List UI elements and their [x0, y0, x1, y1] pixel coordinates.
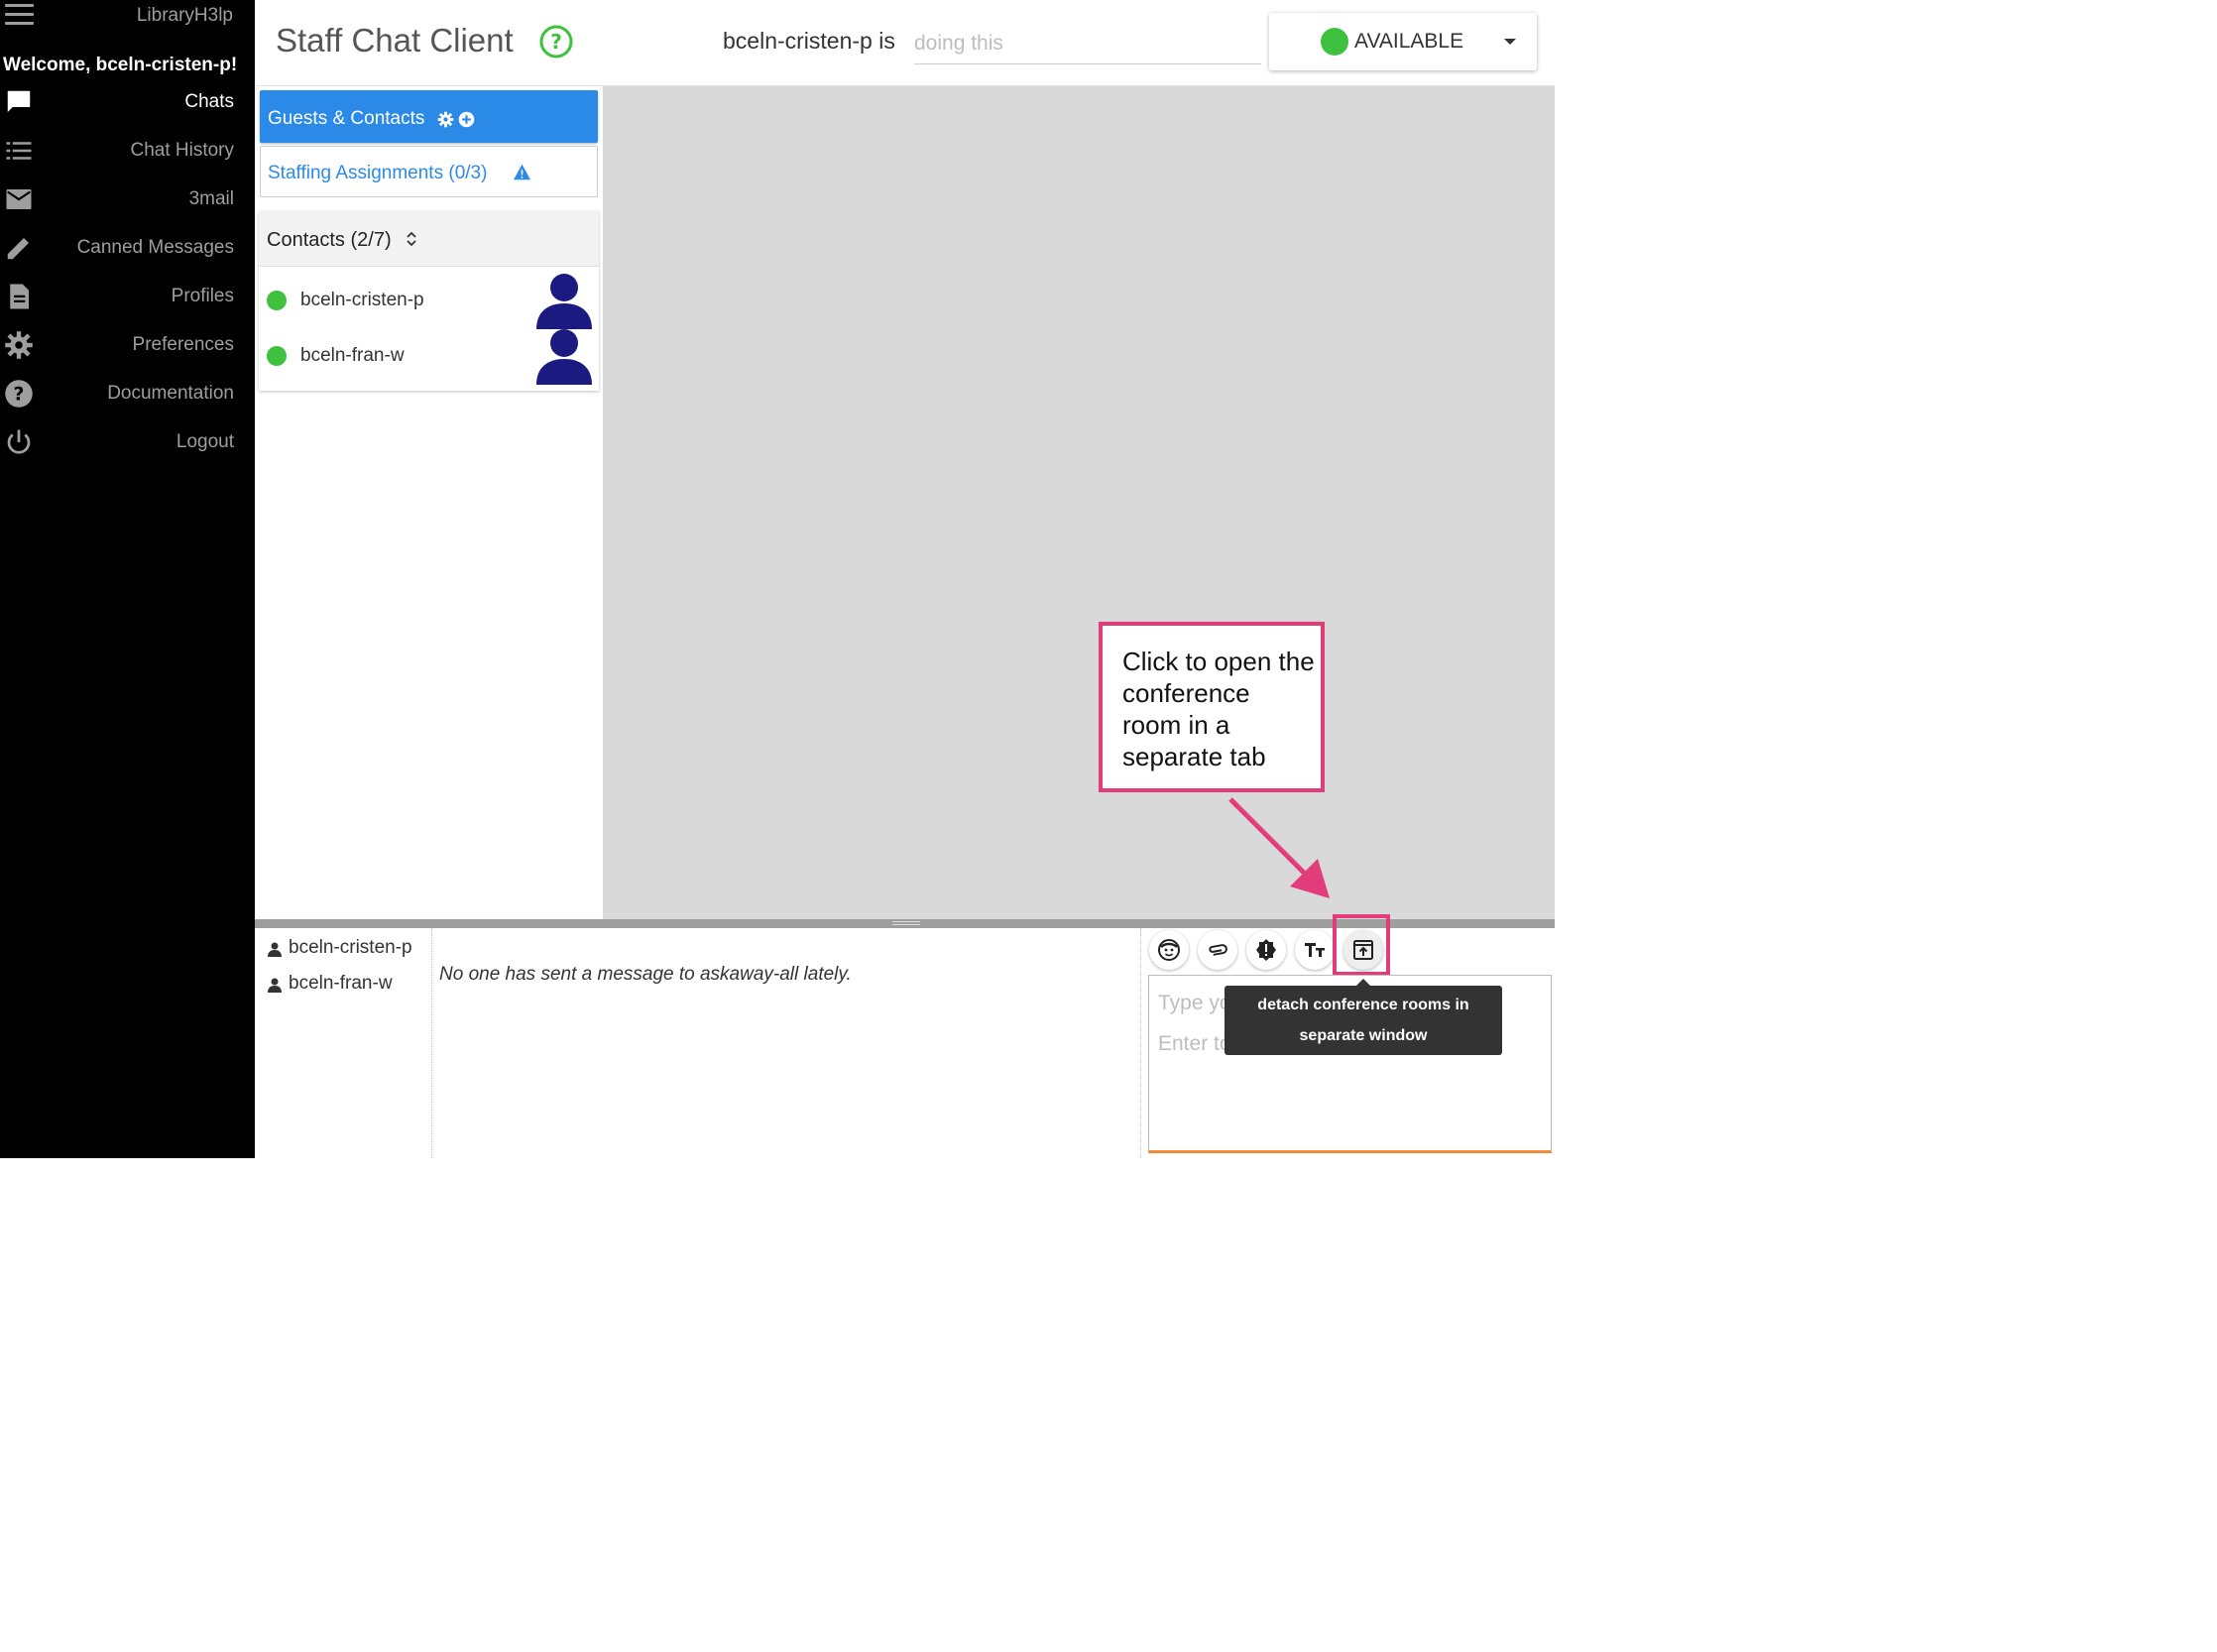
sidebar-item-chats[interactable]: Chats — [0, 81, 255, 121]
annotation-callout: Click to open the conference room in a s… — [1099, 622, 1325, 792]
sidebar: LibraryH3lp Welcome, bceln-cristen-p! Ch… — [0, 0, 255, 1158]
annotation-highlight-box — [1333, 914, 1390, 976]
participant-list: bceln-cristen-p bceln-fran-w — [255, 928, 432, 1158]
sidebar-item-preferences[interactable]: Preferences — [0, 324, 255, 364]
tooltip-text-line2: separate window — [1299, 1027, 1428, 1044]
sidebar-item-canned-messages[interactable]: Canned Messages — [0, 227, 255, 267]
avatar — [536, 329, 592, 385]
annotation-arrow-icon — [1228, 797, 1330, 898]
svg-text:?: ? — [550, 30, 562, 54]
list-icon — [6, 142, 32, 160]
sidebar-item-label: Canned Messages — [76, 237, 234, 258]
message-composer: Type yo Enter to detach conference rooms… — [1141, 914, 1555, 1158]
chat-main-area — [603, 86, 1555, 919]
message-list: No one has sent a message to askaway-all… — [432, 928, 1141, 1158]
sidebar-item-label: Documentation — [107, 383, 234, 404]
empty-state-text: No one has sent a message to askaway-all… — [439, 964, 852, 985]
document-icon — [10, 284, 29, 309]
help-circle-icon: ? — [5, 380, 33, 408]
svg-text:?: ? — [14, 384, 25, 405]
sidebar-item-label: Logout — [175, 431, 234, 452]
power-icon — [7, 429, 31, 454]
sidebar-item-label: Preferences — [132, 334, 234, 355]
alert-button[interactable] — [1246, 930, 1286, 970]
contact-name: bceln-cristen-p — [300, 290, 424, 310]
gear-icon — [5, 331, 33, 359]
tooltip-text-line1: detach conference rooms in — [1257, 997, 1469, 1013]
sidebar-item-label: Chats — [184, 91, 234, 112]
participant-name: bceln-cristen-p — [289, 937, 412, 958]
brand-name: LibraryH3lp — [136, 5, 233, 26]
add-circle-icon[interactable] — [458, 111, 475, 128]
app-root: LibraryH3lp Welcome, bceln-cristen-p! Ch… — [0, 0, 1555, 1158]
participant-item: bceln-fran-w — [267, 973, 425, 1003]
status-prefix: bceln-cristen-p is — [723, 28, 895, 54]
chat-bubble-icon — [7, 90, 31, 112]
sidebar-item-logout[interactable]: Logout — [0, 421, 255, 461]
emoji-button[interactable] — [1149, 930, 1189, 970]
alert-badge-icon — [1256, 939, 1276, 961]
caret-down-icon — [1504, 39, 1516, 45]
text-size-button[interactable] — [1295, 930, 1335, 970]
warning-icon — [514, 164, 530, 180]
status-indicator — [1321, 28, 1348, 56]
conversation-pane: bceln-cristen-p bceln-fran-w No one has … — [255, 914, 1555, 1158]
input-placeholder: Type yo — [1158, 992, 1231, 1014]
text-size-icon — [1305, 943, 1325, 957]
collapse-icon[interactable] — [406, 231, 417, 247]
online-status-dot — [267, 291, 287, 310]
sidebar-item-3mail[interactable]: 3mail — [0, 178, 255, 218]
tooltip: detach conference rooms in separate wind… — [1225, 979, 1502, 1055]
contact-row[interactable]: bceln-fran-w — [259, 323, 599, 385]
guests-contacts-label: Guests & Contacts — [268, 108, 425, 129]
contacts-header-label: Contacts (2/7) — [267, 229, 392, 251]
contacts-panel: Guests & Contacts Staffing Assignments (… — [255, 86, 603, 919]
pencil-icon — [7, 238, 29, 260]
contacts-card: Contacts (2/7) bceln-cristen-p bceln-fra… — [259, 211, 599, 391]
availability-dropdown[interactable]: AVAILABLE — [1269, 13, 1537, 70]
input-placeholder: Enter to — [1158, 1032, 1231, 1055]
attach-file-button[interactable] — [1198, 930, 1237, 970]
header: Staff Chat Client ? bceln-cristen-p is A… — [255, 0, 1555, 86]
hamburger-menu-icon[interactable] — [5, 4, 34, 26]
sidebar-item-chat-history[interactable]: Chat History — [0, 130, 255, 170]
person-icon — [268, 942, 282, 957]
tooltip-tail — [1356, 979, 1370, 986]
drag-grip-icon — [892, 921, 920, 926]
sidebar-item-profiles[interactable]: Profiles — [0, 276, 255, 315]
staffing-assignments-label: Staffing Assignments (0/3) — [268, 163, 488, 183]
annotation-text: Click to open the conference room in a s… — [1122, 647, 1315, 771]
staffing-assignments-button[interactable]: Staffing Assignments (0/3) — [260, 146, 598, 197]
sidebar-item-documentation[interactable]: ? Documentation — [0, 373, 255, 413]
guests-contacts-button[interactable]: Guests & Contacts — [260, 90, 598, 143]
sidebar-item-label: Profiles — [171, 286, 234, 306]
participant-item: bceln-cristen-p — [267, 937, 425, 967]
welcome-text: Welcome, bceln-cristen-p! — [3, 55, 238, 75]
contact-name: bceln-fran-w — [300, 345, 405, 366]
participant-name: bceln-fran-w — [289, 973, 393, 994]
mail-icon — [6, 189, 32, 209]
sidebar-item-label: Chat History — [130, 140, 234, 161]
availability-label: AVAILABLE — [1354, 30, 1464, 53]
contacts-header[interactable]: Contacts (2/7) — [259, 211, 599, 267]
gear-icon[interactable] — [437, 111, 454, 128]
avatar — [536, 274, 592, 329]
status-message-input[interactable] — [914, 24, 1261, 64]
sidebar-item-label: 3mail — [188, 188, 234, 209]
page-title: Staff Chat Client — [276, 22, 514, 59]
smiley-face-icon — [1158, 939, 1180, 961]
contact-row[interactable]: bceln-cristen-p — [259, 268, 599, 329]
online-status-dot — [267, 346, 287, 366]
paperclip-icon — [1209, 944, 1227, 956]
help-icon[interactable]: ? — [539, 25, 573, 59]
person-icon — [268, 978, 282, 993]
